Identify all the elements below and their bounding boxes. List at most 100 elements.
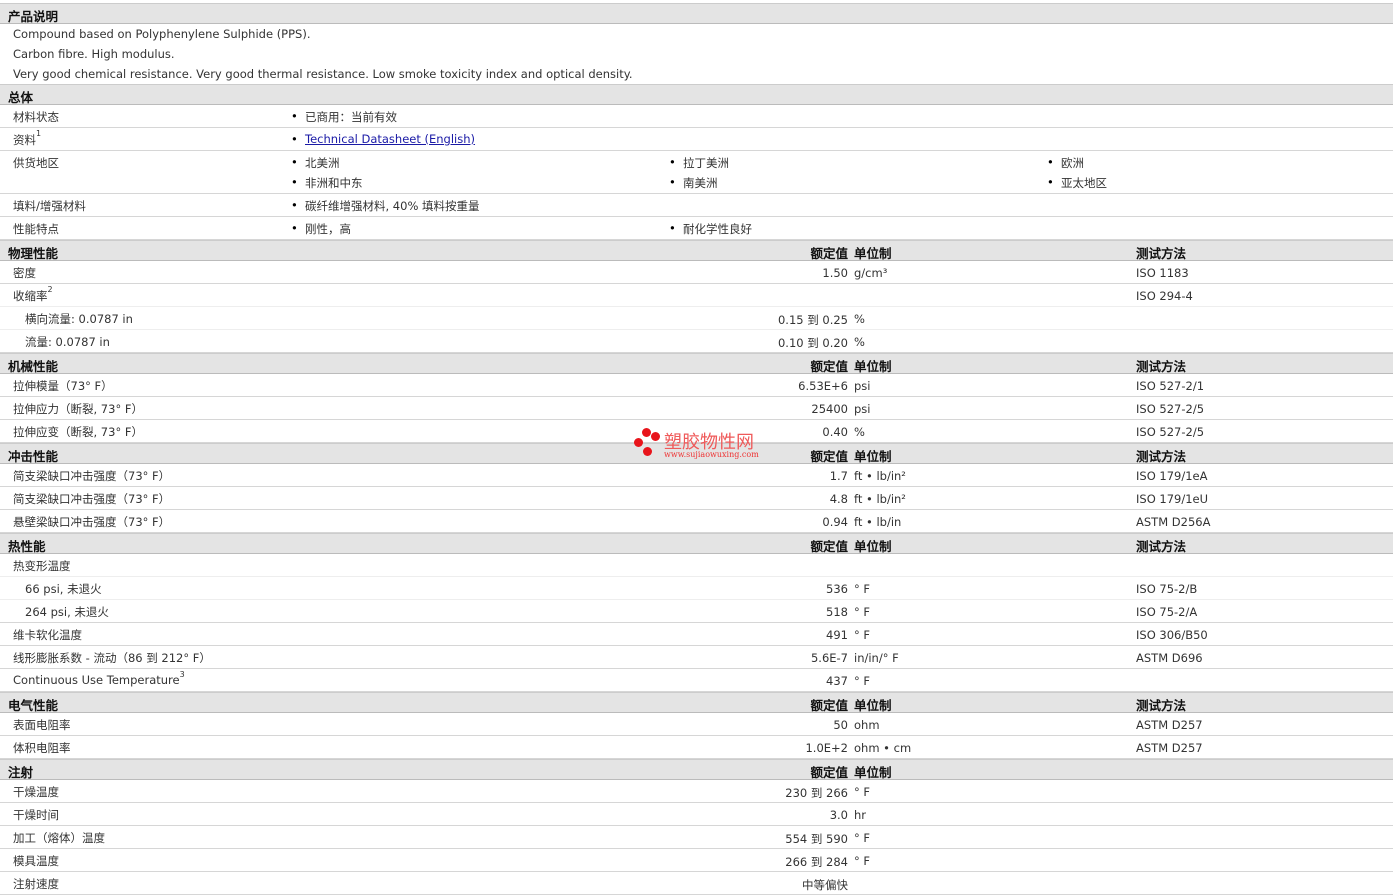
property-label: 收缩率2 <box>13 285 53 304</box>
property-unit: ° F <box>854 831 871 845</box>
property-label-text: 注射速度 <box>13 877 59 891</box>
property-value: 1.0E+2 <box>805 741 848 755</box>
property-value: 536 <box>826 582 848 596</box>
property-unit: % <box>854 312 865 326</box>
general-item-text: 刚性，高 <box>305 222 351 236</box>
test-method: ISO 75-2/A <box>1136 605 1198 619</box>
row-label: 资料1 <box>13 129 42 148</box>
general-item-text: 碳纤维增强材料, 40% 填料按重量 <box>305 199 480 213</box>
property-label: 66 psi, 未退火 <box>25 581 102 597</box>
property-unit: ° F <box>854 628 871 642</box>
property-label-text: 简支梁缺口冲击强度（73° F） <box>13 469 171 483</box>
property-label-text: 悬壁梁缺口冲击强度（73° F） <box>13 515 171 529</box>
row-label: 性能特点 <box>13 221 59 237</box>
property-unit: % <box>854 425 865 439</box>
section-title: 机械性能 <box>8 359 59 374</box>
section-title: 物理性能 <box>8 246 59 261</box>
property-row: 线形膨胀系数 - 流动（86 到 212° F） 5.6E-7 in/in/° F A… <box>0 646 1393 669</box>
property-value: 1.7 <box>829 469 848 483</box>
footnote-marker: 1 <box>36 129 42 138</box>
property-unit: ° F <box>854 854 871 868</box>
test-method: ISO 179/1eA <box>1136 469 1208 483</box>
test-method: ISO 294-4 <box>1136 289 1193 303</box>
general-item: 北美洲 <box>291 155 340 171</box>
section-header: 注射 额定值 单位制 <box>0 759 1393 780</box>
property-unit: ° F <box>854 785 871 799</box>
general-item: Technical Datasheet (English) <box>291 132 475 146</box>
property-row: 66 psi, 未退火 536 ° F ISO 75-2/B <box>0 577 1393 600</box>
general-item-text: 拉丁美洲 <box>683 156 729 170</box>
property-label: 264 psi, 未退火 <box>25 604 109 620</box>
property-value: 437 <box>826 674 848 688</box>
property-value: 554 到 590 <box>785 832 848 846</box>
description-line: Compound based on Polyphenylene Sulphide… <box>13 27 311 41</box>
property-row: 密度 1.50 g/cm³ ISO 1183 <box>0 261 1393 284</box>
test-method: ISO 527-2/5 <box>1136 402 1205 416</box>
row-label: 填料/增强材料 <box>13 198 86 214</box>
general-item-text: 北美洲 <box>305 156 340 170</box>
property-label-text: 流量: 0.0787 in <box>25 335 110 349</box>
column-header-method: 测试方法 <box>1136 698 1187 713</box>
property-unit: psi <box>854 402 871 416</box>
general-item: 已商用：当前有效 <box>291 109 397 125</box>
property-label-text: 热变形温度 <box>13 559 71 573</box>
section-header: 冲击性能 额定值 单位制 测试方法 <box>0 443 1393 464</box>
column-header-unit: 单位制 <box>854 246 892 261</box>
section-title: 电气性能 <box>8 698 59 713</box>
column-header-unit: 单位制 <box>854 698 892 713</box>
property-value: 0.15 到 0.25 <box>777 313 848 327</box>
section-title: 注射 <box>8 765 34 780</box>
property-row: Continuous Use Temperature3 437 ° F <box>0 669 1393 692</box>
property-unit: ° F <box>854 582 871 596</box>
section-title: 热性能 <box>8 539 46 554</box>
general-row: 填料/增强材料 碳纤维增强材料, 40% 填料按重量 <box>0 194 1393 217</box>
property-label: 拉伸应变（断裂, 73° F） <box>13 424 143 440</box>
column-header-value: 额定值 <box>810 246 848 261</box>
property-label-text: 体积电阻率 <box>13 741 71 755</box>
property-label: Continuous Use Temperature3 <box>13 670 185 687</box>
property-label-text: 干燥时间 <box>13 808 59 822</box>
footnote-marker: 2 <box>47 285 53 294</box>
property-label: 干燥时间 <box>13 807 59 823</box>
property-label-text: 收缩率 <box>13 289 48 303</box>
general-item-text: 耐化学性良好 <box>683 222 752 236</box>
row-label-text: 资料 <box>13 133 36 147</box>
section-header: 总体 <box>0 84 1393 105</box>
property-value: 518 <box>826 605 848 619</box>
section-header: 物理性能 额定值 单位制 测试方法 <box>0 240 1393 261</box>
column-header-unit: 单位制 <box>854 359 892 374</box>
property-row: 简支梁缺口冲击强度（73° F） 1.7 ft • lb/in² ISO 179/1e… <box>0 464 1393 487</box>
property-value: 1.50 <box>822 266 848 280</box>
datasheet-link[interactable]: Technical Datasheet (English) <box>305 132 475 146</box>
property-value: 25400 <box>811 402 848 416</box>
description-line: Very good chemical resistance. Very good… <box>13 67 633 81</box>
property-value: 266 到 284 <box>785 855 848 869</box>
property-row: 体积电阻率 1.0E+2 ohm • cm ASTM D257 <box>0 736 1393 759</box>
property-label: 简支梁缺口冲击强度（73° F） <box>13 468 170 484</box>
property-value: 230 到 266 <box>785 786 848 800</box>
general-row: 供货地区 北美洲 拉丁美洲 欧洲非洲和中东 南美洲 亚太地区 <box>0 151 1393 194</box>
property-value: 6.53E+6 <box>798 379 848 393</box>
property-unit: hr <box>854 808 867 822</box>
property-label-text: 线形膨胀系数 - 流动（86 到 212° F） <box>13 651 211 665</box>
property-label: 线形膨胀系数 - 流动（86 到 212° F） <box>13 650 211 666</box>
property-row: 简支梁缺口冲击强度（73° F） 4.8 ft • lb/in² ISO 179/1e… <box>0 487 1393 510</box>
test-method: ASTM D696 <box>1136 651 1203 665</box>
property-row: 264 psi, 未退火 518 ° F ISO 75-2/A <box>0 600 1393 623</box>
column-header-method: 测试方法 <box>1136 449 1187 464</box>
section-title: 冲击性能 <box>8 449 59 464</box>
column-header-method: 测试方法 <box>1136 539 1187 554</box>
test-method: ISO 306/B50 <box>1136 628 1208 642</box>
property-unit: ° F <box>854 605 871 619</box>
property-label: 维卡软化温度 <box>13 627 82 643</box>
row-label-text: 供货地区 <box>13 156 59 170</box>
general-item: 欧洲 <box>1047 155 1084 171</box>
property-label-text: 264 psi, 未退火 <box>25 605 109 619</box>
general-row: 性能特点 刚性，高 耐化学性良好 <box>0 217 1393 240</box>
property-unit: ° F <box>854 674 871 688</box>
general-item: 拉丁美洲 <box>669 155 729 171</box>
property-label-text: 维卡软化温度 <box>13 628 82 642</box>
property-value: 4.8 <box>829 492 848 506</box>
property-unit: in/in/° F <box>854 651 899 665</box>
property-row: 维卡软化温度 491 ° F ISO 306/B50 <box>0 623 1393 646</box>
